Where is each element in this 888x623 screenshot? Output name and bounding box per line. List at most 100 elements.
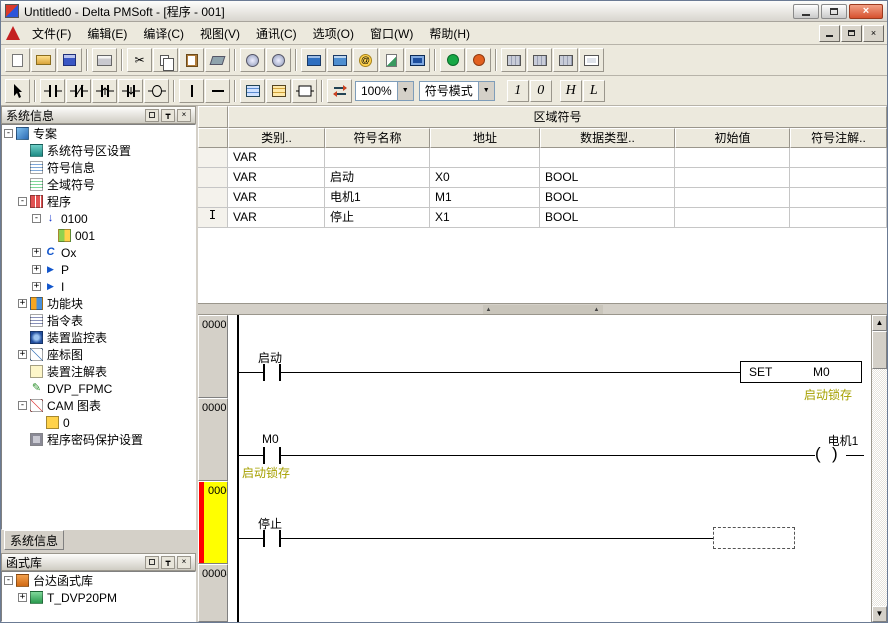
cell-comment[interactable] [790,208,887,228]
tree-item-device-monitor-table[interactable]: 装置监控表 [2,329,195,346]
cell-class[interactable]: VAR [228,208,325,228]
save-button[interactable] [57,48,82,72]
tree-item-function-block[interactable]: +功能块 [2,295,195,312]
close-button[interactable]: × [849,4,883,19]
output-coil-button[interactable] [144,79,169,103]
state-high-button[interactable]: H [560,80,582,102]
open-button[interactable] [31,48,56,72]
menu-file[interactable]: 文件(F) [24,22,79,45]
horizontal-splitter[interactable]: ▲▲ [198,303,887,315]
contact-no-button[interactable] [40,79,65,103]
copy-button[interactable] [153,48,178,72]
float-panel-button[interactable] [145,109,159,122]
cell-name[interactable] [325,148,430,168]
expander-icon[interactable]: - [32,214,41,223]
undo-button[interactable] [240,48,265,72]
coil-label[interactable]: 电机1 [808,432,871,449]
mdi-close-button[interactable]: × [863,25,884,42]
cell-datatype[interactable]: BOOL [540,168,675,188]
column-header-address[interactable]: 地址 [430,128,540,148]
row-indicator[interactable] [198,148,228,168]
cell-comment[interactable] [790,168,887,188]
contact-bar[interactable] [263,447,265,464]
minimize-button[interactable] [793,4,819,19]
tree-item-network-001[interactable]: 001 [2,227,195,244]
ladder-network-3[interactable]: 停止 [228,481,871,564]
cell-class[interactable]: VAR [228,188,325,208]
cell-address[interactable]: X0 [430,168,540,188]
tree-item-ox[interactable]: +COx [2,244,195,261]
new-button[interactable] [5,48,30,72]
ladder-network-2[interactable]: M0 启动锁存 ( ) 电机1 [228,398,871,481]
data-transfer-button[interactable] [379,48,404,72]
cell-class[interactable]: VAR [228,168,325,188]
expander-icon[interactable]: + [32,248,41,257]
close-panel-button[interactable]: × [177,109,191,122]
ladder-canvas[interactable]: 启动 SET M0 启动锁存 M0 启动锁存 ( ) [228,315,871,622]
cut-button[interactable]: ✂ [127,48,152,72]
tree-item-dvp-fpmc[interactable]: ✎DVP_FPMC [2,380,195,397]
print-button[interactable] [92,48,117,72]
cell-datatype[interactable] [540,148,675,168]
menu-view[interactable]: 视图(V) [192,22,248,45]
window-view-button[interactable] [579,48,604,72]
contact-bar[interactable] [279,530,281,547]
communication-setting-button[interactable]: @ [353,48,378,72]
cell-name[interactable]: 停止 [325,208,430,228]
column-header-name[interactable]: 符号名称 [325,128,430,148]
cell-class[interactable]: VAR [228,148,325,168]
network-edit-button[interactable] [266,79,291,103]
instruction-box-button[interactable] [292,79,317,103]
memory-read-button[interactable] [501,48,526,72]
expander-icon[interactable]: + [32,265,41,274]
network-table-button[interactable] [240,79,265,103]
expander-icon[interactable]: - [4,129,13,138]
ladder-network-4[interactable] [228,564,871,622]
tree-item-cam-chart[interactable]: -CAM 图表 [2,397,195,414]
cell-comment[interactable] [790,148,887,168]
network-number[interactable]: 00002 [198,398,228,481]
contact-label[interactable]: M0 [262,432,279,446]
row-indicator[interactable] [198,168,228,188]
expander-icon[interactable]: + [18,593,27,602]
run-plc-button[interactable] [440,48,465,72]
symbol-mode-combobox[interactable]: 符号模式 ▼ [419,81,495,101]
tree-item-program[interactable]: -程序 [2,193,195,210]
expander-icon[interactable]: - [18,401,27,410]
network-number-active[interactable]: 00003 [198,481,228,564]
horizontal-line-button[interactable] [205,79,230,103]
contact-bar[interactable] [263,364,265,381]
dropdown-arrow-icon[interactable]: ▼ [478,82,494,100]
zoom-combobox[interactable]: 100% ▼ [355,81,414,101]
mdi-minimize-button[interactable] [819,25,840,42]
network-number[interactable]: 00001 [198,315,228,398]
expander-icon[interactable]: + [18,299,27,308]
force-off-button[interactable]: 0 [530,80,552,102]
tree-item-password-setting[interactable]: 程序密码保护设置 [2,431,195,448]
column-header-comment[interactable]: 符号注解.. [790,128,887,148]
cell-name[interactable]: 电机1 [325,188,430,208]
contact-bar[interactable] [263,530,265,547]
expander-icon[interactable]: - [4,576,13,585]
row-indicator[interactable]: I [198,208,228,228]
system-info-tab[interactable]: 系统信息 [4,530,64,550]
selection-cursor-box[interactable] [713,527,795,549]
contact-label[interactable]: 停止 [258,515,282,532]
contact-label[interactable]: 启动 [258,349,282,366]
tree-item-project[interactable]: -专案 [2,125,195,142]
cell-datatype[interactable]: BOOL [540,208,675,228]
system-memory-button[interactable] [553,48,578,72]
select-pointer-button[interactable] [5,79,30,103]
tree-item-global-symbols[interactable]: 全域符号 [2,176,195,193]
system-info-panel-header[interactable]: 系统信息 ┳ × [1,106,196,124]
menu-compile[interactable]: 编译(C) [135,22,192,45]
network-number[interactable]: 00004 [198,564,228,622]
paste-button[interactable] [179,48,204,72]
tree-item-symbol-info[interactable]: 符号信息 [2,159,195,176]
tree-item-instruction-list[interactable]: 指令表 [2,312,195,329]
set-instruction-box[interactable]: SET M0 [740,361,862,383]
cell-address[interactable]: M1 [430,188,540,208]
tree-item-t-dvp20pm[interactable]: +T_DVP20PM [2,589,195,606]
tree-item-system-symbol-area[interactable]: 系统符号区设置 [2,142,195,159]
cell-name[interactable]: 启动 [325,168,430,188]
